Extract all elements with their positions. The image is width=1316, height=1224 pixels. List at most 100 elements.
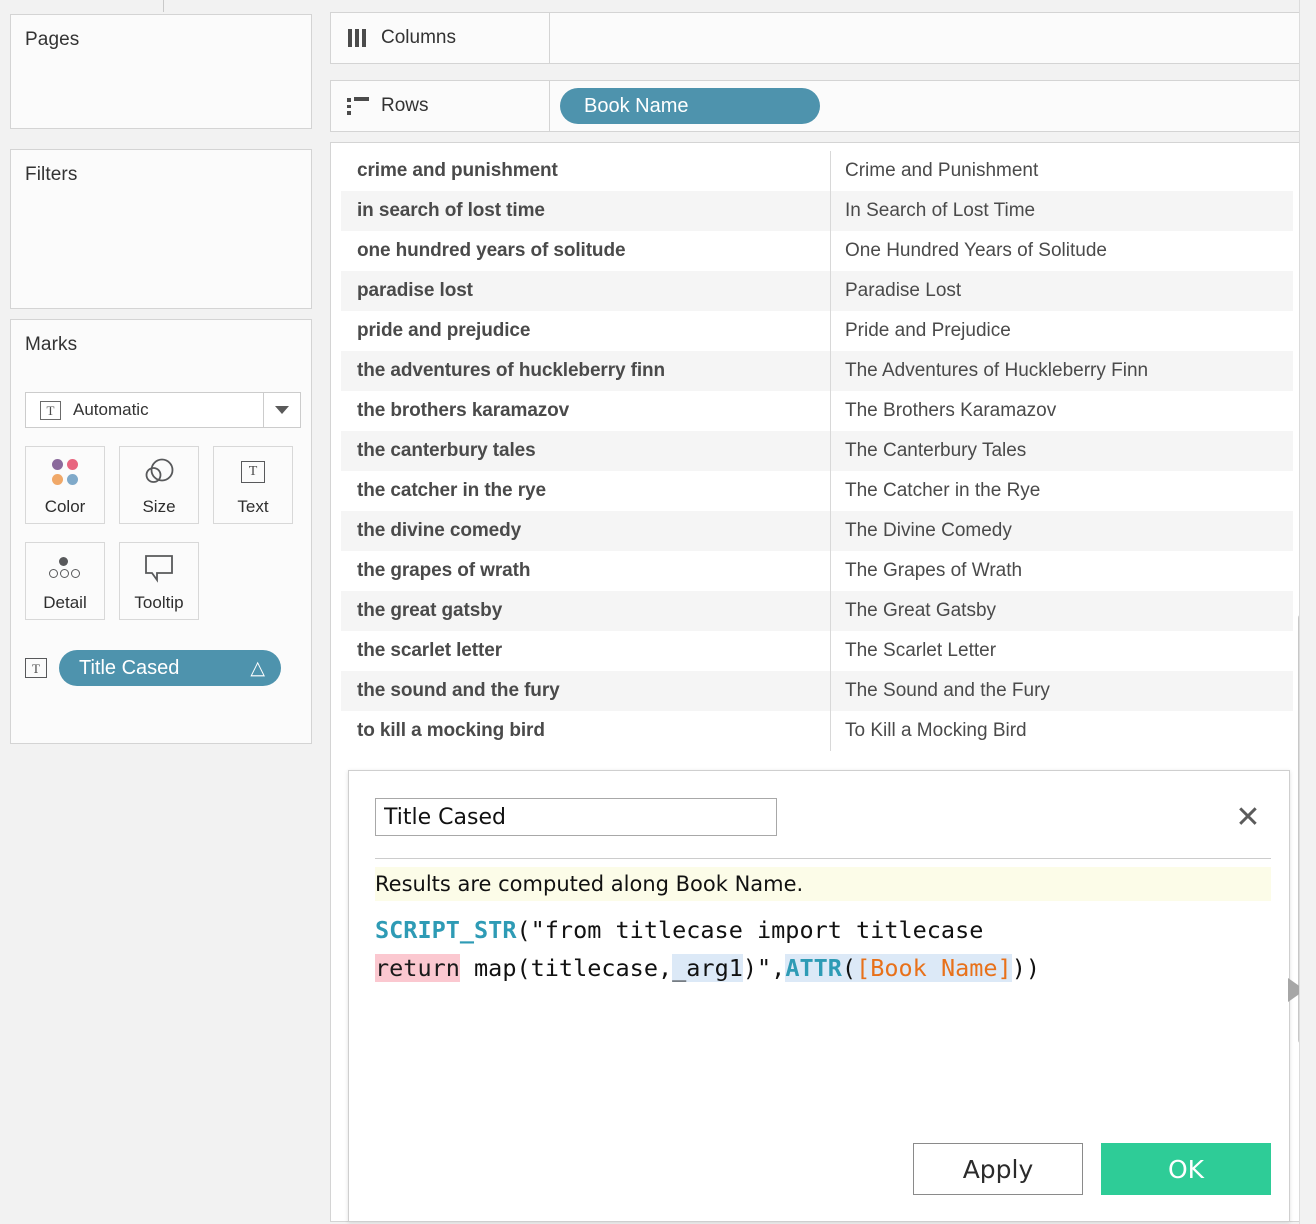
marks-button-tooltip[interactable]: Tooltip <box>119 542 199 620</box>
toolbar-separator <box>163 0 164 12</box>
dialog-button-row: Apply OK <box>913 1143 1271 1195</box>
rows-pill-book-name-label: Book Name <box>584 95 689 118</box>
table-cell-title-cased: The Great Gatsby <box>831 591 1293 631</box>
formula-attr-open-paren: ( <box>842 954 856 982</box>
filters-shelf-title: Filters <box>11 150 311 186</box>
rows-shelf-label-box: Rows <box>331 81 550 131</box>
table-row[interactable]: paradise lostParadise Lost <box>341 271 1293 311</box>
formula-close-quote: )", <box>743 954 785 982</box>
table-cell-title-cased: The Divine Comedy <box>831 511 1293 551</box>
table-cell-book-name: crime and punishment <box>341 151 831 191</box>
formula-tail: )) <box>1012 954 1040 982</box>
rows-shelf-dropzone[interactable]: Book Name <box>550 81 1309 131</box>
rows-pill-book-name[interactable]: Book Name <box>560 88 820 124</box>
dialog-divider <box>375 858 1271 859</box>
table-cell-title-cased: The Catcher in the Rye <box>831 471 1293 511</box>
formula-map-call: map(titlecase, <box>460 954 672 982</box>
left-panel: Pages Filters Marks T Automatic Color Si… <box>0 14 326 1224</box>
marks-button-detail-label: Detail <box>43 593 86 613</box>
table-cell-title-cased: One Hundred Years of Solitude <box>831 231 1293 271</box>
rows-shelf[interactable]: Rows Book Name <box>330 80 1310 132</box>
calculation-name-input[interactable] <box>375 798 777 836</box>
columns-icon <box>347 29 369 47</box>
formula-editor[interactable]: SCRIPT_STR("from titlecase import titlec… <box>375 911 1271 987</box>
calculation-hint-text: Results are computed along Book Name. <box>375 867 1271 901</box>
table-cell-title-cased: The Brothers Karamazov <box>831 391 1293 431</box>
formula-open-paren-quote: (" <box>516 916 544 944</box>
columns-shelf-label: Columns <box>381 27 456 49</box>
table-cell-book-name: the great gatsby <box>341 591 831 631</box>
rows-icon <box>347 97 369 115</box>
table-cell-title-cased: The Sound and the Fury <box>831 671 1293 711</box>
table-row[interactable]: the sound and the furyThe Sound and the … <box>341 671 1293 711</box>
table-row[interactable]: to kill a mocking birdTo Kill a Mocking … <box>341 711 1293 751</box>
marks-pill-title-cased[interactable]: Title Cased △ <box>59 650 281 686</box>
table-cell-book-name: in search of lost time <box>341 191 831 231</box>
marks-card-title: Marks <box>11 320 311 356</box>
table-calc-triangle-icon: △ <box>250 659 265 678</box>
pages-shelf-title: Pages <box>11 15 311 51</box>
table-row[interactable]: the great gatsbyThe Great Gatsby <box>341 591 1293 631</box>
table-row[interactable]: the adventures of huckleberry finnThe Ad… <box>341 351 1293 391</box>
chevron-down-icon[interactable] <box>263 393 300 427</box>
table-cell-book-name: the scarlet letter <box>341 631 831 671</box>
calculated-field-editor: ✕ Results are computed along Book Name. … <box>348 770 1290 1222</box>
formula-attr-function: ATTR <box>785 954 842 982</box>
text-box-icon: T <box>214 447 292 497</box>
filters-shelf[interactable]: Filters <box>10 149 312 309</box>
marks-button-color-label: Color <box>45 497 86 517</box>
marks-button-tooltip-label: Tooltip <box>134 593 183 613</box>
table-cell-title-cased: In Search of Lost Time <box>831 191 1293 231</box>
table-row[interactable]: the canterbury talesThe Canterbury Tales <box>341 431 1293 471</box>
columns-shelf[interactable]: Columns <box>330 12 1310 64</box>
formula-return-keyword: return <box>375 954 460 982</box>
table-cell-title-cased: The Adventures of Huckleberry Finn <box>831 351 1293 391</box>
window-vertical-scrollbar[interactable] <box>1299 0 1316 1224</box>
apply-button[interactable]: Apply <box>913 1143 1083 1195</box>
table-cell-book-name: the catcher in the rye <box>341 471 831 511</box>
mark-type-label: Automatic <box>73 400 149 420</box>
close-icon[interactable]: ✕ <box>1233 803 1263 833</box>
mark-type-dropdown[interactable]: T Automatic <box>25 392 301 428</box>
table-cell-book-name: the canterbury tales <box>341 431 831 471</box>
rows-shelf-label: Rows <box>381 95 429 117</box>
marks-pill-row: T Title Cased △ <box>25 650 281 686</box>
table-row[interactable]: the divine comedyThe Divine Comedy <box>341 511 1293 551</box>
table-row[interactable]: the scarlet letterThe Scarlet Letter <box>341 631 1293 671</box>
table-row[interactable]: the catcher in the ryeThe Catcher in the… <box>341 471 1293 511</box>
table-row[interactable]: the brothers karamazovThe Brothers Karam… <box>341 391 1293 431</box>
table-cell-title-cased: Pride and Prejudice <box>831 311 1293 351</box>
table-cell-title-cased: The Canterbury Tales <box>831 431 1293 471</box>
table-cell-book-name: the divine comedy <box>341 511 831 551</box>
ok-button[interactable]: OK <box>1101 1143 1271 1195</box>
table-row[interactable]: crime and punishmentCrime and Punishment <box>341 151 1293 191</box>
marks-button-color[interactable]: Color <box>25 446 105 524</box>
text-mark-icon: T <box>25 658 47 678</box>
columns-shelf-label-box: Columns <box>331 13 550 63</box>
columns-shelf-dropzone[interactable] <box>550 13 1309 63</box>
table-row[interactable]: pride and prejudicePride and Prejudice <box>341 311 1293 351</box>
table-cell-book-name: the adventures of huckleberry finn <box>341 351 831 391</box>
table-cell-title-cased: The Scarlet Letter <box>831 631 1293 671</box>
formula-import-line: from titlecase import titlecase <box>545 916 984 944</box>
text-mark-icon: T <box>40 401 61 420</box>
table-cell-book-name: to kill a mocking bird <box>341 711 831 751</box>
formula-field-reference: [Book Name] <box>856 954 1012 982</box>
table-row[interactable]: in search of lost timeIn Search of Lost … <box>341 191 1293 231</box>
size-circles-icon <box>120 447 198 497</box>
marks-button-detail[interactable]: Detail <box>25 542 105 620</box>
table-cell-book-name: paradise lost <box>341 271 831 311</box>
table-cell-title-cased: Crime and Punishment <box>831 151 1293 191</box>
table-cell-book-name: the sound and the fury <box>341 671 831 711</box>
table-cell-book-name: pride and prejudice <box>341 311 831 351</box>
table-row[interactable]: the grapes of wrathThe Grapes of Wrath <box>341 551 1293 591</box>
marks-button-text[interactable]: T Text <box>213 446 293 524</box>
table-cell-book-name: the brothers karamazov <box>341 391 831 431</box>
table-cell-title-cased: To Kill a Mocking Bird <box>831 711 1293 751</box>
marks-button-size[interactable]: Size <box>119 446 199 524</box>
formula-function-name: SCRIPT_STR <box>375 916 516 944</box>
marks-card: Marks T Automatic Color Size T <box>10 319 312 744</box>
table-cell-title-cased: The Grapes of Wrath <box>831 551 1293 591</box>
pages-shelf[interactable]: Pages <box>10 14 312 129</box>
table-row[interactable]: one hundred years of solitudeOne Hundred… <box>341 231 1293 271</box>
